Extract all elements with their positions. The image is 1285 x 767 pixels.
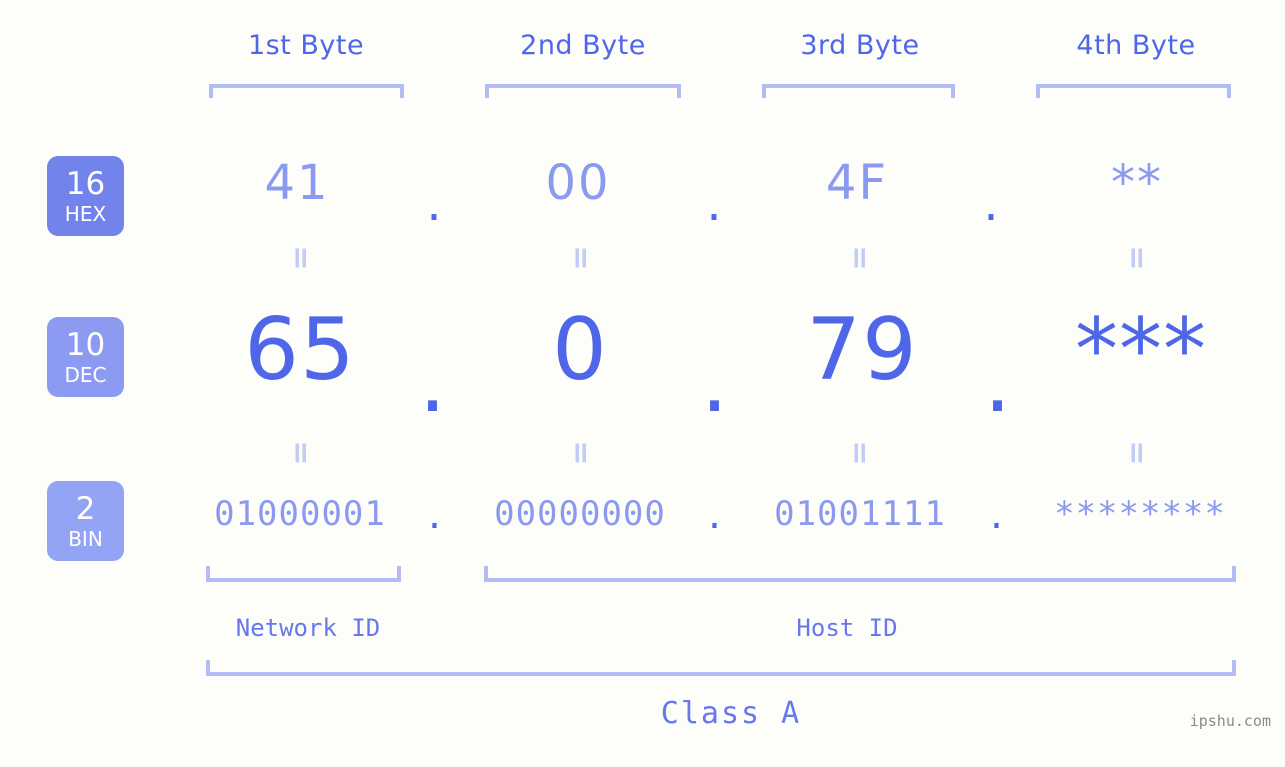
equals-icon-hex-dec-3: =	[842, 245, 877, 271]
network-id-label: Network ID	[235, 614, 381, 642]
dec-separator-1: .	[418, 332, 448, 432]
byte-bracket-1	[209, 84, 404, 98]
hex-separator-2: .	[706, 176, 724, 232]
dec-octet-1: 65	[244, 300, 356, 400]
host-id-bracket	[484, 566, 1236, 582]
site-watermark: ipshu.com	[1189, 712, 1271, 730]
bin-separator-3: .	[986, 497, 1008, 537]
byte-header-1: 1st Byte	[247, 30, 365, 61]
byte-header-2: 2nd Byte	[520, 30, 646, 61]
bin-octet-3: 01001111	[774, 494, 946, 534]
equals-icon-hex-dec-1: =	[283, 245, 318, 271]
base-badge-hex: 16 HEX	[47, 156, 124, 236]
base-badge-hex-abbr: HEX	[64, 201, 107, 226]
equals-icon-dec-bin-4: =	[1119, 440, 1154, 466]
equals-icon-dec-bin-2: =	[563, 440, 598, 466]
bin-octet-1: 01000001	[214, 494, 386, 534]
class-bracket	[206, 660, 1236, 676]
byte-bracket-4	[1036, 84, 1231, 98]
equals-icon-dec-bin-3: =	[842, 440, 877, 466]
dec-octet-2: 0	[552, 300, 608, 400]
dec-octet-3: 79	[806, 300, 918, 400]
dec-octet-4: ***	[1075, 300, 1207, 400]
base-badge-dec-number: 10	[65, 326, 106, 363]
equals-icon-hex-dec-2: =	[563, 245, 598, 271]
hex-separator-3: .	[983, 176, 1001, 232]
hex-octet-4: **	[1111, 155, 1163, 211]
byte-header-3: 3rd Byte	[800, 30, 920, 61]
base-badge-bin-number: 2	[75, 490, 96, 527]
dec-separator-3: .	[983, 332, 1013, 432]
class-label: Class A	[660, 696, 802, 731]
byte-bracket-2	[485, 84, 681, 98]
bin-octet-2: 00000000	[494, 494, 666, 534]
byte-header-4: 4th Byte	[1076, 30, 1196, 61]
bin-separator-1: .	[424, 497, 446, 537]
bin-separator-2: .	[704, 497, 726, 537]
equals-icon-hex-dec-4: =	[1119, 245, 1154, 271]
base-badge-dec-abbr: DEC	[64, 362, 107, 387]
bin-octet-4: ********	[1054, 494, 1226, 534]
hex-octet-1: 41	[264, 155, 330, 211]
host-id-label: Host ID	[796, 614, 898, 642]
dec-separator-2: .	[700, 332, 730, 432]
hex-octet-3: 4F	[825, 155, 889, 211]
ip-address-breakdown-diagram: 1st Byte 2nd Byte 3rd Byte 4th Byte 16 H…	[0, 0, 1285, 767]
base-badge-dec: 10 DEC	[47, 317, 124, 397]
base-badge-bin-abbr: BIN	[68, 526, 103, 551]
byte-bracket-3	[762, 84, 955, 98]
equals-icon-dec-bin-1: =	[283, 440, 318, 466]
base-badge-bin: 2 BIN	[47, 481, 124, 561]
network-id-bracket	[206, 566, 401, 582]
hex-separator-1: .	[426, 176, 444, 232]
base-badge-hex-number: 16	[65, 165, 106, 202]
hex-octet-2: 00	[545, 155, 611, 211]
